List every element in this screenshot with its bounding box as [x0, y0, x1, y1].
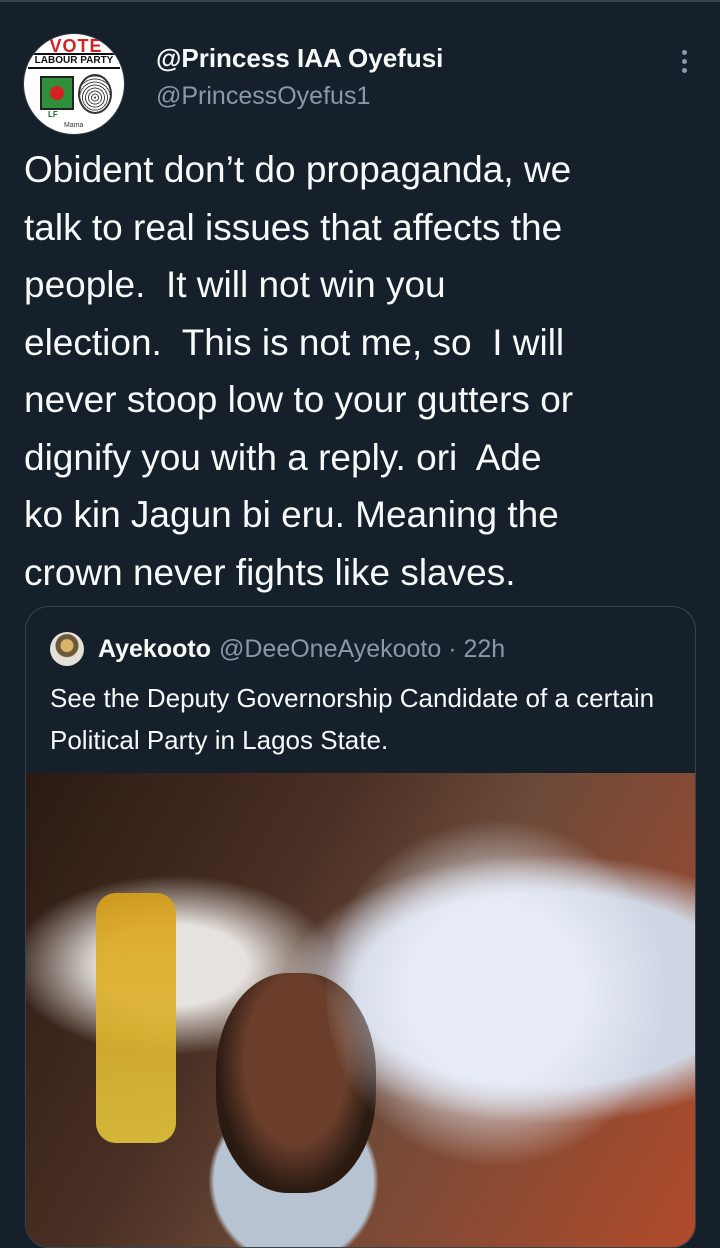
top-divider [0, 0, 720, 2]
user-avatar[interactable]: VOTE LABOUR PARTY LF Mama [24, 34, 124, 134]
avatar-logo-text: LF [48, 110, 58, 119]
quoted-tweet-text: See the Deputy Governorship Candidate of… [50, 683, 655, 755]
party-logo-icon [40, 76, 74, 110]
quoted-media-photo[interactable] [26, 773, 695, 1247]
quoted-handle-time: @DeeOneAyekooto · 22h [218, 634, 506, 663]
avatar-caption: Mama [64, 122, 84, 129]
quoted-display-name[interactable]: Ayekooto [98, 635, 211, 664]
quoted-avatar-icon[interactable] [50, 632, 84, 666]
author-display-name[interactable]: @Princess IAA Oyefusi [156, 42, 443, 74]
smoke-shape [326, 813, 666, 1173]
more-vertical-icon[interactable] [674, 46, 694, 76]
tweet-text: Obident don’t do propaganda, we talk to … [24, 149, 574, 593]
avatar-party-text: LABOUR PARTY [28, 53, 120, 69]
quoted-tweet[interactable]: Ayekooto @DeeOneAyekooto · 22h See the D… [25, 606, 696, 1248]
quoted-tweet-header: Ayekooto @DeeOneAyekooto · 22h [50, 629, 505, 669]
author-names: @Princess IAA Oyefusi @PrincessOyefus1 [156, 42, 443, 112]
author-handle[interactable]: @PrincessOyefus1 [156, 80, 443, 112]
hookah-shape [96, 893, 176, 1143]
thumbprint-icon [78, 74, 112, 114]
avatar-vote-text: VOTE [49, 36, 103, 56]
tweet-header: VOTE LABOUR PARTY LF Mama @Princess IAA … [24, 34, 696, 134]
